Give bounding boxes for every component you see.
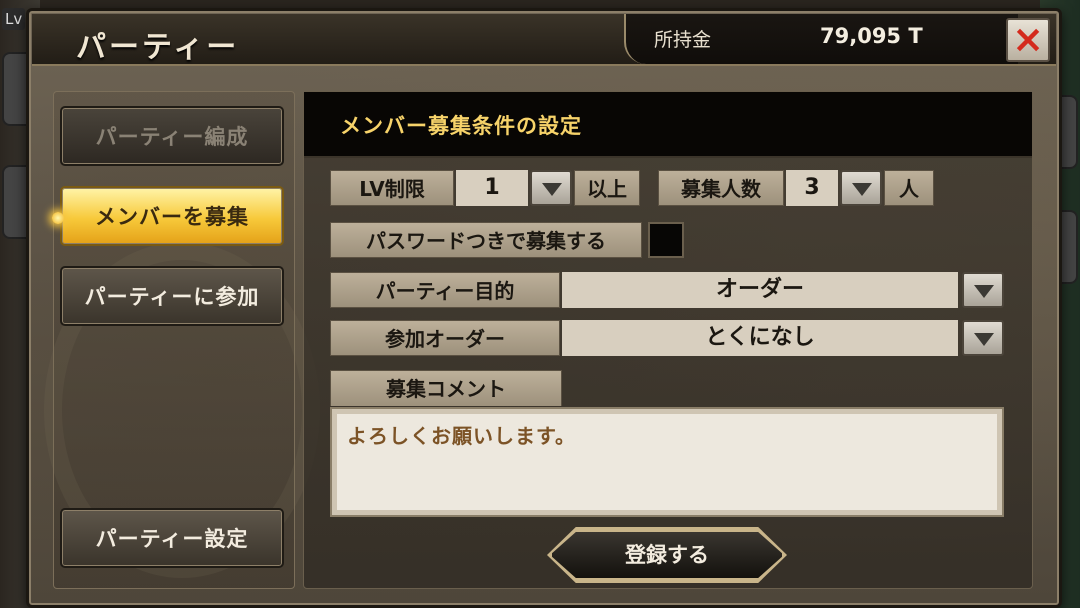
section-title: メンバー募集条件の設定	[340, 114, 582, 138]
party-dialog: パーティー 所持金 79,095 T × パーティー編成 メンバーを募集 パーテ…	[26, 8, 1062, 608]
active-indicator-icon	[52, 212, 64, 224]
lv-limit-value: 1	[456, 170, 528, 206]
member-count-label: 募集人数	[658, 170, 784, 206]
dialog-title: パーティー	[76, 30, 240, 65]
side-menu: パーティー編成 メンバーを募集 パーティーに参加 パーティー設定	[44, 91, 320, 589]
close-button[interactable]: ×	[1006, 18, 1050, 62]
member-count-dropdown-icon[interactable]	[840, 170, 882, 206]
section-header: メンバー募集条件の設定	[304, 92, 1032, 158]
password-checkbox[interactable]	[648, 222, 684, 258]
party-purpose-label: パーティー目的	[330, 272, 560, 308]
member-count-value: 3	[786, 170, 838, 206]
money-label: 所持金	[654, 29, 712, 51]
party-purpose-value: オーダー	[562, 272, 958, 308]
member-count-suffix: 人	[884, 170, 934, 206]
comment-label: 募集コメント	[330, 370, 562, 406]
lv-limit-suffix: 以上	[574, 170, 640, 206]
recruit-form-panel: メンバー募集条件の設定 LV制限 1 以上 募集人数 3 人 パスワードつきで募…	[303, 91, 1033, 589]
menu-party-formation[interactable]: パーティー編成	[60, 106, 284, 166]
comment-text: よろしくお願いします。	[337, 414, 997, 510]
join-order-dropdown-icon[interactable]	[962, 320, 1004, 356]
join-order-label: 参加オーダー	[330, 320, 560, 356]
money-value: 79,095 T	[820, 24, 923, 48]
menu-join-party[interactable]: パーティーに参加	[60, 266, 284, 326]
close-icon: ×	[1012, 17, 1044, 61]
menu-party-settings[interactable]: パーティー設定	[60, 508, 284, 568]
party-purpose-dropdown-icon[interactable]	[962, 272, 1004, 308]
menu-recruit-label: メンバーを募集	[95, 205, 249, 229]
join-order-value: とくになし	[562, 320, 958, 356]
money-display: 所持金 79,095 T	[624, 14, 1018, 64]
password-label: パスワードつきで募集する	[330, 222, 642, 258]
level-tag: Lv	[2, 8, 26, 30]
title-bar: パーティー 所持金 79,095 T ×	[32, 14, 1056, 66]
comment-field[interactable]: よろしくお願いします。	[330, 407, 1004, 517]
lv-limit-label: LV制限	[330, 170, 454, 206]
register-button[interactable]: 登録する	[550, 530, 784, 580]
lv-limit-dropdown-icon[interactable]	[530, 170, 572, 206]
menu-recruit-members[interactable]: メンバーを募集	[52, 186, 284, 246]
